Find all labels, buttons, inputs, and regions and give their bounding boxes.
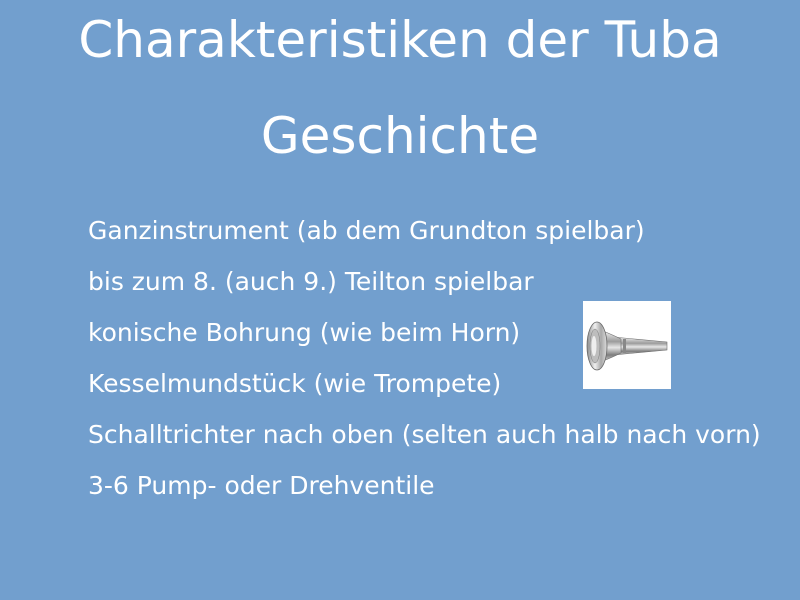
bullet-item: Schalltrichter nach oben (selten auch ha…: [88, 420, 761, 449]
mouthpiece-icon: [586, 321, 668, 371]
title-line-2: Geschichte: [260, 107, 540, 165]
slide: Charakteristiken der Tuba Geschichte Gan…: [0, 0, 800, 600]
mouthpiece-image: [583, 301, 671, 389]
bullet-item: 3-6 Pump- oder Drehventile: [88, 471, 435, 500]
bullet-item: Ganzinstrument (ab dem Grundton spielbar…: [88, 216, 645, 245]
title-line-1: Charakteristiken der Tuba: [78, 11, 722, 69]
slide-title: Charakteristiken der Tuba Geschichte: [0, 8, 800, 168]
bullet-item: bis zum 8. (auch 9.) Teilton spielbar: [88, 267, 534, 296]
